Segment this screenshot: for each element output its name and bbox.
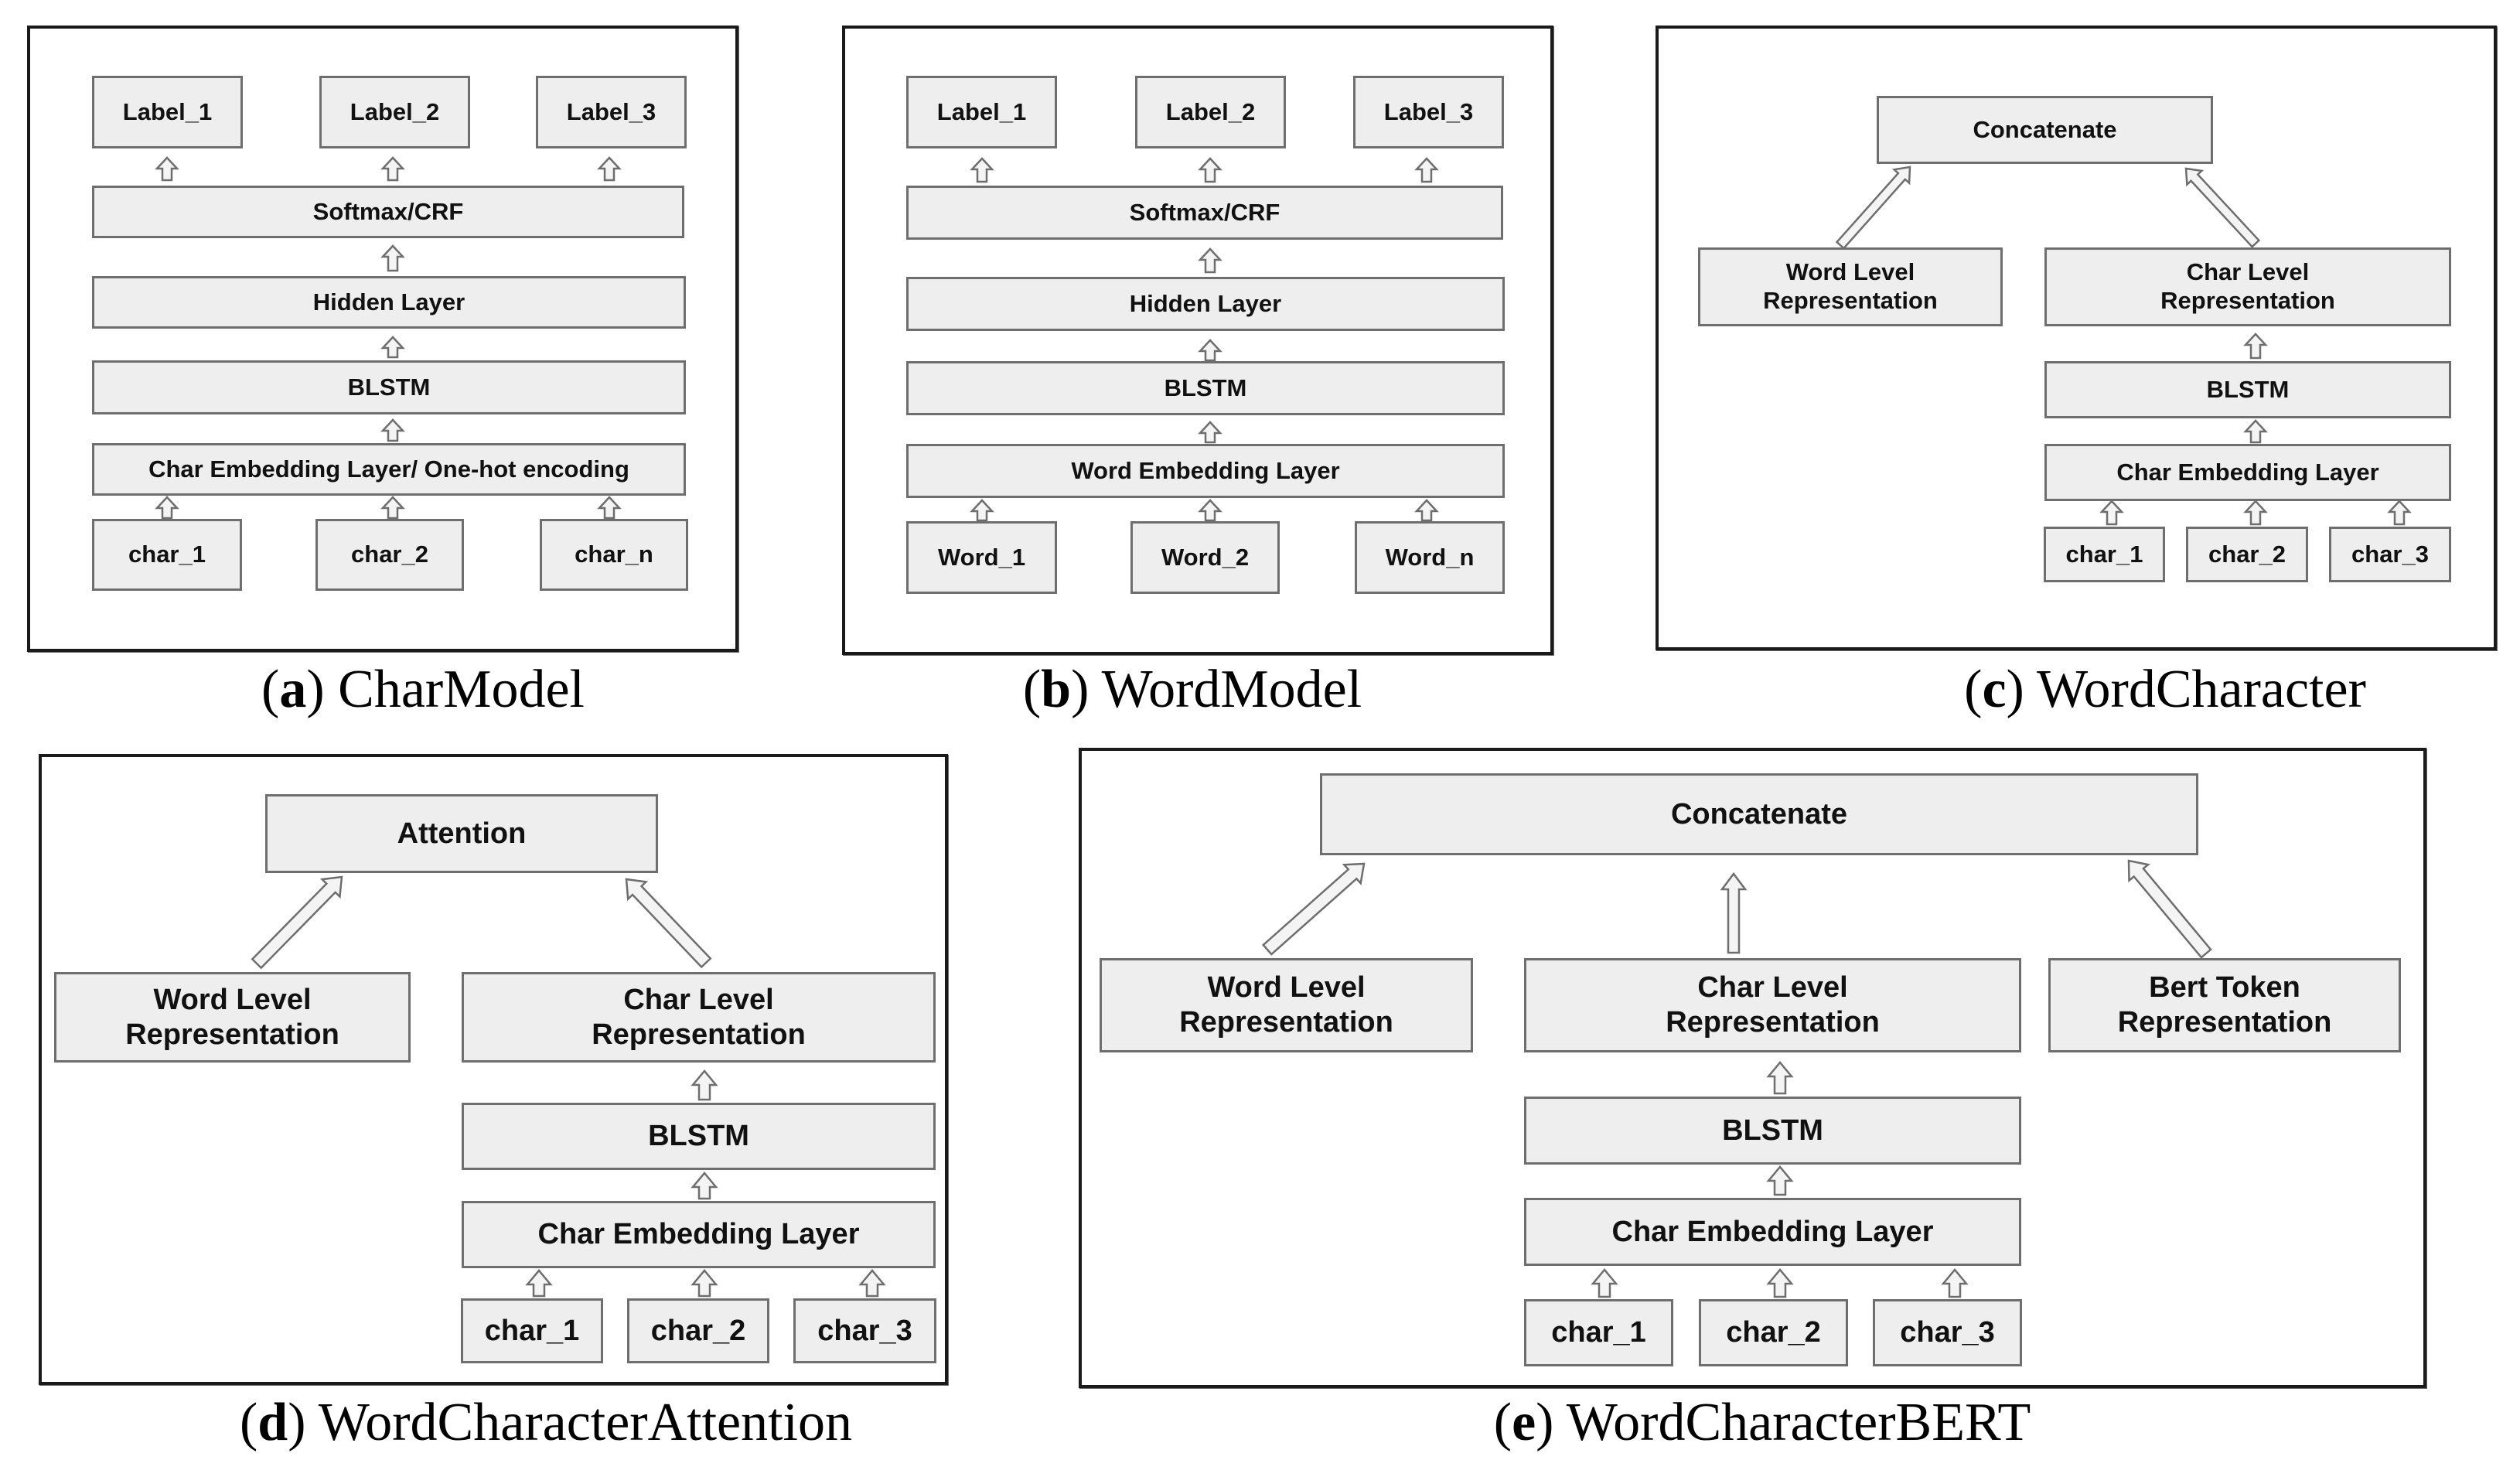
char-level-representation: Char Level Representation	[2044, 247, 2451, 326]
input-box-char-n: char_n	[540, 519, 688, 591]
word-embedding-layer: Word Embedding Layer	[906, 444, 1505, 498]
label-box-2: Label_2	[319, 76, 470, 148]
word-rep-line-2: Representation	[1179, 1006, 1393, 1039]
char-rep-line-2: Representation	[1666, 1006, 1880, 1039]
label-box-3: Label_3	[1353, 76, 1504, 148]
input-box-char-2: char_2	[1699, 1299, 1848, 1366]
hidden-layer: Hidden Layer	[906, 277, 1505, 331]
input-box-word-n: Word_n	[1355, 521, 1505, 594]
char-embedding-layer: Char Embedding Layer	[1524, 1198, 2021, 1266]
blstm-layer: BLSTM	[906, 361, 1505, 415]
word-rep-line-2: Representation	[125, 1018, 339, 1051]
caption-d: (d) WordCharacterAttention	[239, 1393, 853, 1452]
blstm-layer: BLSTM	[462, 1103, 936, 1170]
label-box-3: Label_3	[536, 76, 687, 148]
char-rep-line-1: Char Level	[623, 983, 774, 1016]
char-embedding-layer: Char Embedding Layer	[2044, 444, 2451, 501]
concatenate-layer: Concatenate	[1320, 773, 2198, 855]
input-box-char-3: char_3	[1873, 1299, 2022, 1366]
char-rep-line-2: Representation	[2160, 287, 2335, 314]
word-rep-line-1: Word Level	[153, 983, 312, 1016]
word-level-representation: Word Level Representation	[54, 972, 411, 1063]
input-box-char-2: char_2	[315, 519, 464, 591]
caption-b: (b) WordModel	[1022, 660, 1362, 719]
input-box-word-1: Word_1	[906, 521, 1057, 594]
blstm-layer: BLSTM	[92, 360, 686, 414]
hidden-layer: Hidden Layer	[92, 276, 686, 329]
input-box-char-1: char_1	[92, 519, 242, 591]
word-rep-line-1: Word Level	[1207, 971, 1366, 1005]
word-level-representation: Word Level Representation	[1100, 958, 1473, 1052]
input-box-char-3: char_3	[793, 1298, 936, 1363]
input-box-char-1: char_1	[1524, 1299, 1673, 1366]
caption-e: (e) WordCharacterBERT	[1493, 1393, 2031, 1452]
blstm-layer: BLSTM	[1524, 1097, 2021, 1165]
char-level-representation: Char Level Representation	[462, 972, 936, 1063]
blstm-layer: BLSTM	[2044, 361, 2451, 418]
word-level-representation: Word Level Representation	[1698, 247, 2003, 326]
label-box-1: Label_1	[92, 76, 243, 148]
attention-layer: Attention	[265, 794, 658, 873]
softmax-crf-layer: Softmax/CRF	[92, 186, 684, 238]
char-embedding-layer: Char Embedding Layer	[462, 1201, 936, 1268]
char-rep-line-1: Char Level	[2186, 258, 2310, 286]
bert-rep-line-2: Representation	[2117, 1006, 2332, 1039]
input-box-char-1: char_1	[2044, 527, 2165, 582]
softmax-crf-layer: Softmax/CRF	[906, 186, 1503, 240]
input-box-char-3: char_3	[2329, 527, 2451, 582]
bert-rep-line-1: Bert Token	[2149, 971, 2300, 1005]
char-rep-line-2: Representation	[592, 1018, 806, 1051]
char-rep-line-1: Char Level	[1697, 971, 1848, 1005]
char-level-representation: Char Level Representation	[1524, 958, 2021, 1052]
label-box-2: Label_2	[1135, 76, 1286, 148]
caption-a: (a) CharModel	[261, 660, 585, 719]
bert-token-representation: Bert Token Representation	[2048, 958, 2401, 1052]
input-box-char-2: char_2	[2186, 527, 2308, 582]
word-rep-line-2: Representation	[1763, 287, 1938, 314]
input-box-word-2: Word_2	[1130, 521, 1280, 594]
word-rep-line-1: Word Level	[1785, 258, 1915, 286]
input-box-char-1: char_1	[461, 1298, 603, 1363]
concatenate-layer: Concatenate	[1877, 96, 2213, 164]
char-embedding-layer: Char Embedding Layer/ One-hot encoding	[92, 443, 686, 496]
label-box-1: Label_1	[906, 76, 1057, 148]
input-box-char-2: char_2	[627, 1298, 769, 1363]
caption-c: (c) WordCharacter	[1964, 660, 2366, 719]
